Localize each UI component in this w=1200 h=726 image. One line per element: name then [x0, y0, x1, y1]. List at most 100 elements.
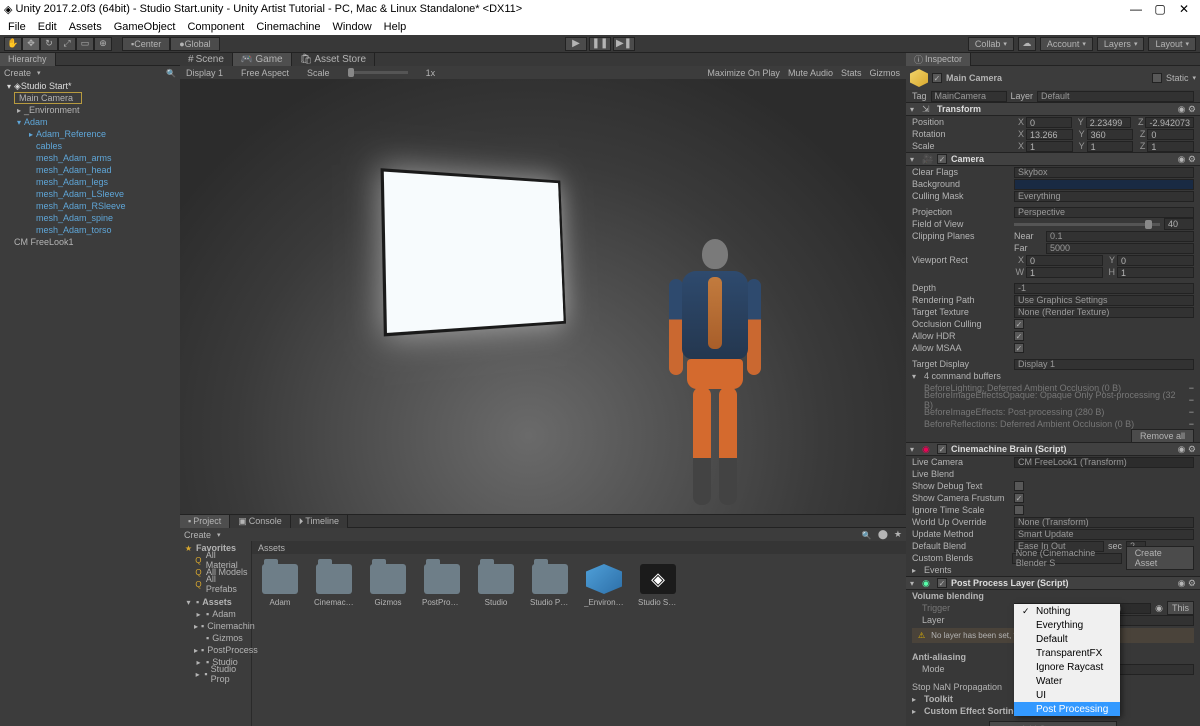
static-checkbox[interactable] — [1152, 73, 1162, 83]
project-tree[interactable]: ★Favorites QAll Material QAll Models QAl… — [180, 541, 252, 726]
far-clip[interactable]: 5000 — [1046, 243, 1194, 254]
add-component-button[interactable]: Add Component — [989, 721, 1116, 726]
rotate-tool[interactable]: ↻ — [40, 37, 58, 51]
scale-tool[interactable]: ⤢ — [58, 37, 76, 51]
layer-dropdown[interactable]: Default — [1037, 91, 1194, 102]
scale-slider[interactable] — [348, 71, 408, 74]
layer-option[interactable]: Post Processing — [1014, 702, 1120, 716]
folder-item[interactable]: ▪ Gizmos — [180, 632, 251, 644]
remove-icon[interactable]: − — [1189, 383, 1194, 393]
render-path[interactable]: Use Graphics Settings — [1014, 295, 1194, 306]
rot-y[interactable]: 360 — [1087, 129, 1134, 140]
menu-edit[interactable]: Edit — [32, 21, 63, 33]
asset-scene[interactable]: ◈Studio Start — [638, 564, 678, 607]
close-button[interactable]: ✕ — [1172, 2, 1196, 16]
scene-root[interactable]: ▾◈ Studio Start* — [0, 80, 180, 92]
tree-item[interactable]: mesh_Adam_RSleeve — [0, 200, 180, 212]
menu-window[interactable]: Window — [327, 21, 378, 33]
layer-option[interactable]: Everything — [1014, 618, 1120, 632]
transform-tool[interactable]: ⊕ — [94, 37, 112, 51]
projection[interactable]: Perspective — [1014, 207, 1194, 218]
display-dropdown[interactable]: Display 1 — [186, 68, 223, 78]
move-tool[interactable]: ✥ — [22, 37, 40, 51]
tree-item[interactable]: ▾Adam — [0, 116, 180, 128]
pos-z[interactable]: -2.942073 — [1145, 117, 1194, 128]
project-create[interactable]: Create — [184, 530, 211, 540]
layout-dropdown[interactable]: Layout — [1148, 37, 1196, 51]
active-checkbox[interactable]: ✓ — [932, 73, 942, 83]
rot-x[interactable]: 13.266 — [1026, 129, 1073, 140]
hierarchy-tab[interactable]: Hierarchy — [0, 53, 56, 66]
layers-dropdown[interactable]: Layers — [1097, 37, 1145, 51]
rot-z[interactable]: 0 — [1147, 129, 1194, 140]
rect-tool[interactable]: ▭ — [76, 37, 94, 51]
step-button[interactable]: ▶❚ — [613, 37, 635, 51]
tree-item[interactable]: mesh_Adam_LSleeve — [0, 188, 180, 200]
tab-console[interactable]: ▣ Console — [230, 515, 291, 528]
gameobject-name[interactable]: Main Camera — [946, 73, 1148, 83]
ignore-timescale-check[interactable] — [1014, 505, 1024, 515]
tree-item[interactable]: mesh_Adam_head — [0, 164, 180, 176]
tab-assetstore[interactable]: 🛍 Asset Store — [292, 53, 375, 66]
layer-option[interactable]: UI — [1014, 688, 1120, 702]
asset-grid[interactable]: Adam Cinemachi... Gizmos PostProces... S… — [252, 554, 906, 726]
world-up[interactable]: None (Transform) — [1014, 517, 1194, 528]
pivot-toggle[interactable]: ▪ Center — [122, 37, 170, 51]
asset-folder[interactable]: Studio — [476, 564, 516, 607]
fov-slider[interactable] — [1014, 223, 1160, 226]
tree-item[interactable]: ▸Adam_Reference — [0, 128, 180, 140]
minimize-button[interactable]: — — [1124, 2, 1148, 16]
maximize-button[interactable]: ▢ — [1148, 2, 1172, 16]
cloud-button[interactable]: ☁ — [1018, 37, 1036, 51]
filter-icon[interactable]: ⬤ — [878, 529, 888, 540]
scl-x[interactable]: 1 — [1026, 141, 1073, 152]
folder-item[interactable]: ▸▪ PostProcess — [180, 644, 251, 656]
clear-flags[interactable]: Skybox — [1014, 167, 1194, 178]
layer-mask-popup[interactable]: ✓Nothing Everything Default TransparentF… — [1014, 604, 1120, 716]
tag-dropdown[interactable]: MainCamera — [931, 91, 1007, 102]
maximize-on-play[interactable]: Maximize On Play — [707, 68, 780, 78]
asset-folder[interactable]: Adam — [260, 564, 300, 607]
tree-item[interactable]: ▸_Environment — [0, 104, 180, 116]
filter-icon[interactable]: ★ — [894, 529, 902, 540]
remove-icon[interactable]: − — [1189, 419, 1194, 429]
asset-folder[interactable]: Cinemachi... — [314, 564, 354, 607]
folder-item[interactable]: ▸▪ Adam — [180, 608, 251, 620]
cinemachine-header[interactable]: ▾◉✓Cinemachine Brain (Script)◉ ⚙ — [906, 442, 1200, 456]
frustum-check[interactable]: ✓ — [1014, 493, 1024, 503]
layer-option[interactable]: Water — [1014, 674, 1120, 688]
fav-item[interactable]: QAll Prefabs — [180, 578, 251, 590]
target-display[interactable]: Display 1 — [1014, 359, 1194, 370]
remove-icon[interactable]: − — [1189, 395, 1194, 405]
project-breadcrumb[interactable]: Assets — [252, 541, 906, 554]
tab-project[interactable]: ▪ Project — [180, 515, 230, 528]
pos-x[interactable]: 0 — [1026, 117, 1072, 128]
tab-scene[interactable]: # Scene — [180, 53, 233, 66]
custom-blends[interactable]: None (Cinemachine Blender S — [1012, 553, 1122, 564]
layer-option[interactable]: TransparentFX — [1014, 646, 1120, 660]
update-method[interactable]: Smart Update — [1014, 529, 1194, 540]
menu-help[interactable]: Help — [378, 21, 413, 33]
gameobject-icon[interactable] — [910, 69, 928, 87]
asset-folder[interactable]: PostProces... — [422, 564, 462, 607]
occlusion-check[interactable]: ✓ — [1014, 319, 1024, 329]
hdr-check[interactable]: ✓ — [1014, 331, 1024, 341]
tree-item[interactable]: cables — [0, 140, 180, 152]
camera-header[interactable]: ▾🎥✓Camera◉ ⚙ — [906, 152, 1200, 166]
msaa-check[interactable]: ✓ — [1014, 343, 1024, 353]
layer-option[interactable]: Ignore Raycast — [1014, 660, 1120, 674]
account-dropdown[interactable]: Account — [1040, 37, 1093, 51]
pos-y[interactable]: 2.23499 — [1086, 117, 1132, 128]
tree-item[interactable]: Main Camera — [0, 92, 180, 104]
search-icon[interactable] — [166, 68, 176, 78]
menu-file[interactable]: File — [2, 21, 32, 33]
collab-dropdown[interactable]: Collab — [968, 37, 1014, 51]
folder-item[interactable]: ▸▪ Cinemachin — [180, 620, 251, 632]
create-asset-button[interactable]: Create Asset — [1126, 546, 1194, 570]
game-viewport[interactable] — [180, 79, 906, 514]
aspect-dropdown[interactable]: Free Aspect — [241, 68, 289, 78]
search-icon[interactable] — [862, 530, 872, 540]
layer-option[interactable]: Default — [1014, 632, 1120, 646]
assets-header[interactable]: ▾▪ Assets — [180, 596, 251, 608]
tree-item[interactable]: CM FreeLook1 — [0, 236, 180, 248]
